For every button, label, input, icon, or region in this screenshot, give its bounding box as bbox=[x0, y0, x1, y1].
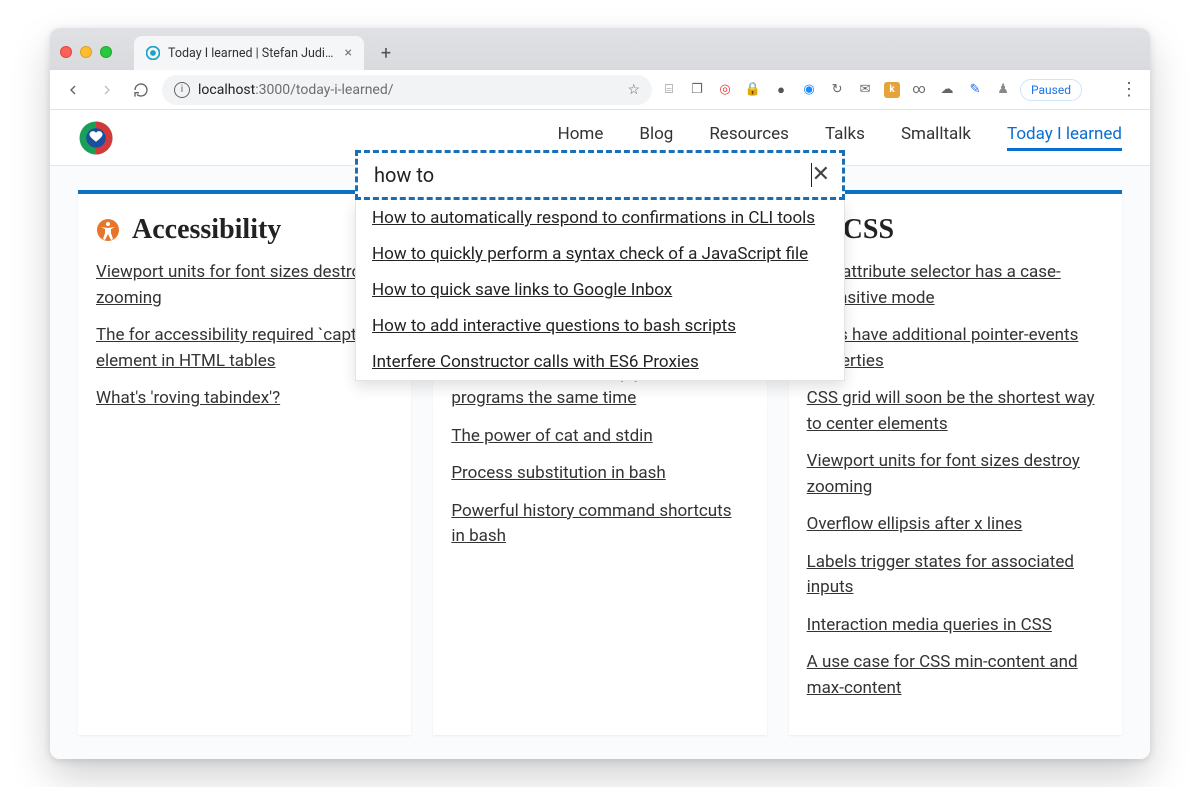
reload-button[interactable] bbox=[128, 77, 154, 103]
article-link[interactable]: The power of cat and stdin bbox=[451, 426, 652, 446]
profile-avatar[interactable] bbox=[1090, 79, 1112, 101]
mail-icon[interactable]: ✉ bbox=[856, 81, 874, 99]
browser-tab[interactable]: Today I learned | Stefan Judis \ × bbox=[134, 36, 364, 70]
article-link[interactable]: Powerful history command shortcuts in ba… bbox=[451, 501, 731, 547]
wand-icon[interactable]: ✎ bbox=[966, 81, 984, 99]
tab-strip: Today I learned | Stefan Judis \ × + bbox=[50, 28, 1150, 70]
site-info-icon[interactable]: i bbox=[174, 82, 190, 98]
category-title: Accessibility bbox=[132, 214, 281, 246]
cast-icon[interactable]: ⌸ bbox=[660, 81, 678, 99]
browser-menu-button[interactable]: ⋮ bbox=[1120, 79, 1140, 100]
bookmark-star-icon[interactable]: ☆ bbox=[627, 82, 640, 98]
lock-icon[interactable]: 🔒 bbox=[744, 81, 762, 99]
nav-smalltalk[interactable]: Smalltalk bbox=[901, 124, 971, 151]
new-tab-button[interactable]: + bbox=[372, 39, 400, 67]
nav-today-i-learned[interactable]: Today I learned bbox=[1007, 124, 1122, 151]
article-link[interactable]: The for accessibility required `caption`… bbox=[96, 325, 385, 371]
search-result[interactable]: How to quick save links to Google Inbox bbox=[356, 272, 844, 308]
extension-icons: ⌸ ❐ ◎ 🔒 ● ◉ ↻ ✉ k ∞ ☁ ✎ ♟ bbox=[660, 81, 1012, 99]
search-query-text: how to bbox=[374, 163, 810, 187]
tab-close-icon[interactable]: × bbox=[345, 46, 352, 60]
article-link[interactable]: What's 'roving tabindex'? bbox=[96, 388, 280, 408]
browser-toolbar: i localhost:3000/today-i-learned/ ☆ ⌸ ❐ … bbox=[50, 70, 1150, 110]
search-result[interactable]: How to add interactive questions to bash… bbox=[356, 308, 844, 344]
category-title: CSS bbox=[843, 214, 894, 246]
window-controls bbox=[60, 46, 112, 70]
copy-icon[interactable]: ❐ bbox=[688, 81, 706, 99]
search-result[interactable]: How to quickly perform a syntax check of… bbox=[356, 236, 844, 272]
nav-blog[interactable]: Blog bbox=[639, 124, 673, 151]
octocat-icon[interactable]: ♟ bbox=[994, 81, 1012, 99]
nav-resources[interactable]: Resources bbox=[709, 124, 789, 151]
primary-nav: Home Blog Resources Talks Smalltalk Toda… bbox=[558, 124, 1122, 151]
back-button[interactable] bbox=[60, 77, 86, 103]
favicon-icon bbox=[146, 46, 160, 60]
nav-home[interactable]: Home bbox=[558, 124, 604, 151]
forward-button[interactable] bbox=[94, 77, 120, 103]
page-body: how to ✕ How to automatically respond to… bbox=[50, 166, 1150, 759]
accessibility-icon bbox=[96, 218, 120, 242]
shield-icon[interactable]: ◎ bbox=[716, 81, 734, 99]
article-link[interactable]: CSS grid will soon be the shortest way t… bbox=[807, 388, 1095, 434]
search-results: How to automatically respond to confirma… bbox=[355, 200, 845, 381]
address-bar[interactable]: i localhost:3000/today-i-learned/ ☆ bbox=[162, 75, 652, 105]
k-icon[interactable]: k bbox=[884, 82, 900, 98]
article-link[interactable]: Overflow ellipsis after x lines bbox=[807, 514, 1023, 534]
dot-icon[interactable]: ● bbox=[772, 81, 790, 99]
profile-paused-chip[interactable]: Paused bbox=[1020, 79, 1082, 101]
nav-talks[interactable]: Talks bbox=[825, 124, 865, 151]
tab-title: Today I learned | Stefan Judis \ bbox=[168, 46, 337, 61]
search-component: how to ✕ How to automatically respond to… bbox=[355, 150, 845, 381]
window-close[interactable] bbox=[60, 46, 72, 58]
sync-icon[interactable]: ↻ bbox=[828, 81, 846, 99]
glasses-icon[interactable]: ∞ bbox=[910, 81, 928, 99]
chat-icon[interactable]: ◉ bbox=[800, 81, 818, 99]
search-result[interactable]: How to automatically respond to confirma… bbox=[356, 200, 844, 236]
article-link[interactable]: A use case for CSS min-content and max-c… bbox=[807, 652, 1078, 698]
article-link[interactable]: Viewport units for font sizes destroy zo… bbox=[807, 451, 1080, 497]
article-link[interactable]: Interaction media queries in CSS bbox=[807, 615, 1052, 635]
site-logo[interactable] bbox=[78, 120, 114, 156]
article-link[interactable]: SVGs have additional pointer-events prop… bbox=[807, 325, 1079, 371]
search-result[interactable]: Interfere Constructor calls with ES6 Pro… bbox=[356, 344, 844, 380]
browser-window: Today I learned | Stefan Judis \ × + i l… bbox=[50, 28, 1150, 759]
search-input[interactable]: how to ✕ bbox=[355, 150, 845, 200]
window-minimize[interactable] bbox=[80, 46, 92, 58]
article-link[interactable]: Process substitution in bash bbox=[451, 463, 665, 483]
cloud-icon[interactable]: ☁ bbox=[938, 81, 956, 99]
window-zoom[interactable] bbox=[100, 46, 112, 58]
url-host: localhost:3000/today-i-learned/ bbox=[198, 82, 394, 98]
article-link[interactable]: Labels trigger states for associated inp… bbox=[807, 552, 1074, 598]
clear-search-icon[interactable]: ✕ bbox=[812, 164, 830, 186]
article-link[interactable]: Viewport units for font sizes destroy zo… bbox=[96, 262, 369, 308]
